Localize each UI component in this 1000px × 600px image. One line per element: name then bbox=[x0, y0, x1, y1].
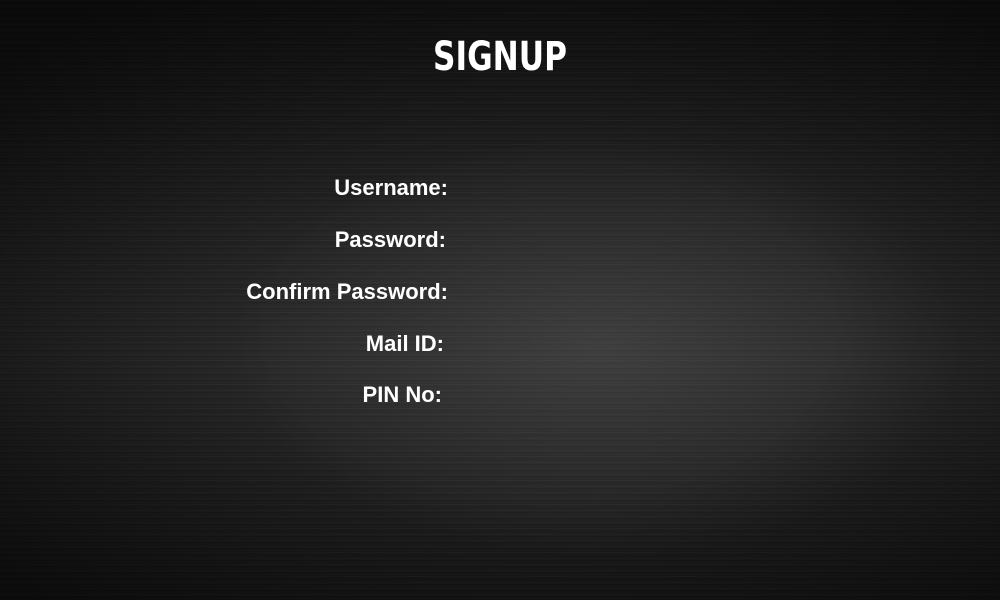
pin-label: PIN No: bbox=[362, 382, 442, 407]
username-input[interactable] bbox=[462, 173, 774, 203]
confirm-password-input[interactable] bbox=[462, 277, 774, 307]
form-row-username: Username: bbox=[0, 170, 448, 206]
form-row-pin: PIN No: bbox=[0, 377, 442, 413]
form-row-password: Password: bbox=[0, 222, 446, 258]
mail-id-label: Mail ID: bbox=[365, 331, 444, 356]
form-row-mail-id: Mail ID: bbox=[0, 326, 444, 362]
confirm-password-label: Confirm Password: bbox=[246, 279, 448, 304]
mail-id-input[interactable] bbox=[462, 329, 774, 359]
username-label: Username: bbox=[334, 175, 448, 200]
password-input[interactable] bbox=[462, 225, 774, 255]
form-row-confirm-password: Confirm Password: bbox=[0, 274, 448, 310]
page-title: SIGNUP bbox=[432, 34, 567, 80]
password-label: Password: bbox=[334, 227, 446, 252]
pin-input[interactable] bbox=[462, 380, 774, 410]
